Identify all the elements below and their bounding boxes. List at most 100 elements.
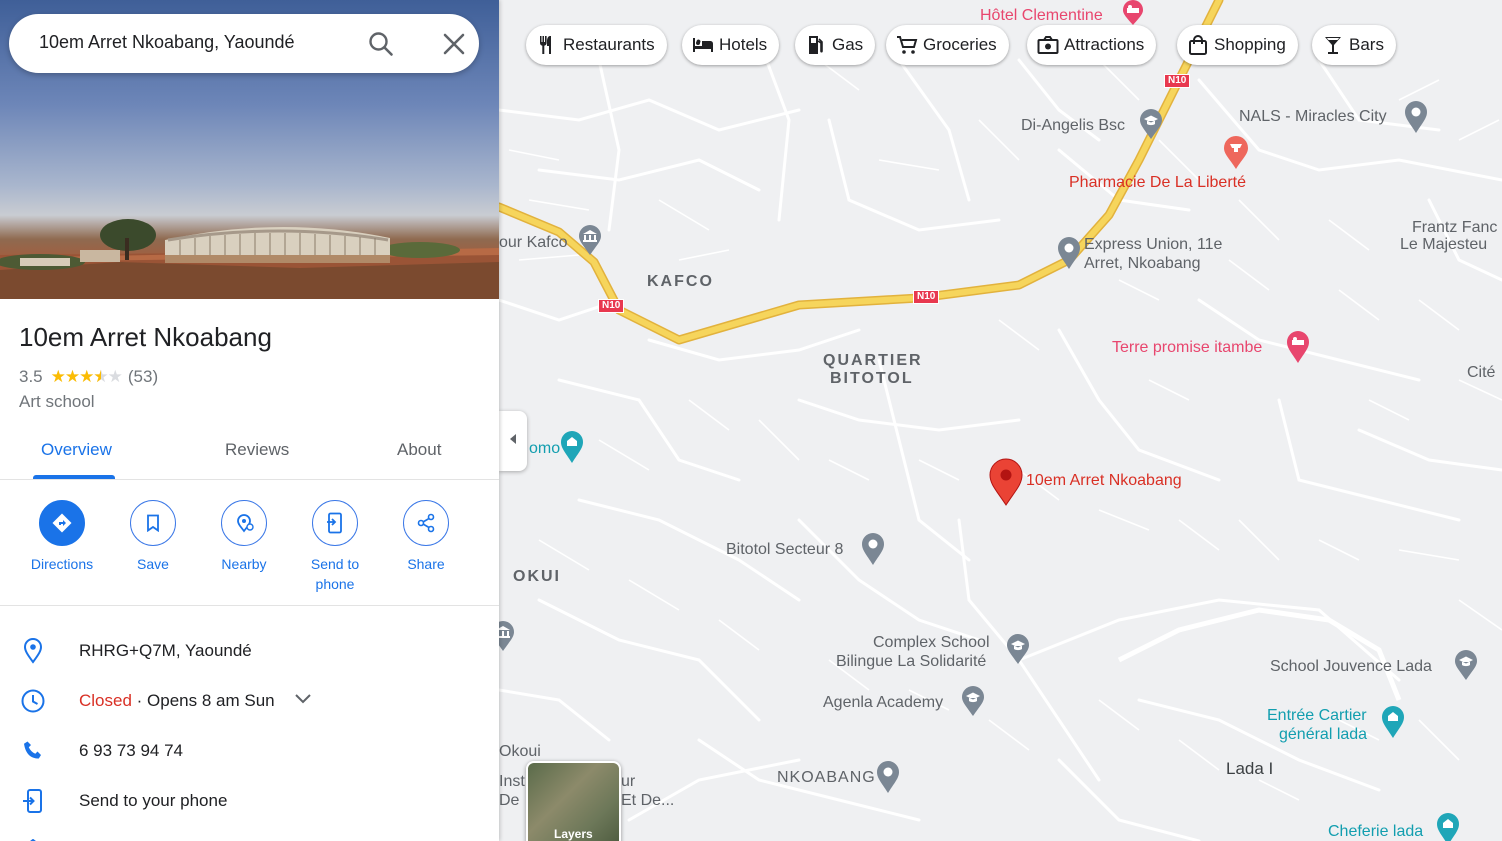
poi-label-jouvence[interactable]: School Jouvence Lada	[1270, 657, 1432, 676]
search-box[interactable]	[9, 14, 479, 73]
poi-label-bitotol-secteur[interactable]: Bitotol Secteur 8	[726, 540, 843, 559]
tabs-divider	[0, 479, 499, 480]
poi-label-selected[interactable]: 10em Arret Nkoabang	[1026, 471, 1182, 490]
poi-label-frantz-2[interactable]: Le Majesteu	[1400, 235, 1487, 254]
poi-label-agenla[interactable]: Agenla Academy	[823, 693, 943, 712]
search-icon[interactable]	[367, 30, 395, 58]
send-to-phone-icon	[312, 500, 358, 546]
category-bars[interactable]: Bars	[1312, 25, 1396, 65]
poi-label-cheferie[interactable]: Cheferie lada	[1328, 822, 1423, 841]
museum-pin-icon[interactable]	[578, 224, 602, 261]
poi-label-cite[interactable]: Cité	[1467, 363, 1495, 382]
phone-row[interactable]: 6 93 73 94 74	[0, 731, 499, 771]
nearby-label: Nearby	[221, 556, 267, 572]
send-to-phone-label: Send to phone	[310, 556, 360, 592]
poi-label-hotel-clementine[interactable]: Hôtel Clementine	[980, 6, 1103, 25]
address-row[interactable]: RHRG+Q7M, Yaoundé	[0, 631, 499, 671]
tab-about[interactable]: About	[397, 440, 441, 460]
school-pin-icon[interactable]	[961, 685, 985, 722]
layers-button[interactable]: Layers	[526, 761, 621, 841]
school-pin-icon[interactable]	[1139, 108, 1163, 145]
poi-label-kafco[interactable]: our Kafco	[499, 233, 567, 252]
poi-label-di-angelis[interactable]: Di-Angelis Bsc	[1021, 116, 1125, 135]
school-pin-icon[interactable]	[1454, 649, 1478, 686]
road-shield-n10: N10	[1164, 74, 1191, 88]
poi-label-okoui[interactable]: Okoui	[499, 742, 541, 761]
send-to-your-phone-text: Send to your phone	[79, 791, 228, 810]
hotel-pin-icon[interactable]	[1286, 330, 1310, 369]
place-pin-icon[interactable]	[1057, 236, 1081, 275]
actions-divider	[0, 605, 499, 606]
poi-label-nkoabang[interactable]: NKOABANG	[777, 768, 876, 787]
poi-label-pharmacie[interactable]: Pharmacie De La Liberté	[1069, 173, 1246, 192]
poi-label-nals[interactable]: NALS - Miracles City	[1239, 107, 1387, 126]
category-gas[interactable]: Gas	[795, 25, 876, 65]
chevron-left-icon	[508, 432, 518, 450]
poi-label-complex-school-2[interactable]: Bilingue La Solidarité	[836, 652, 986, 671]
directions-button[interactable]: Directions	[17, 500, 107, 574]
partial-icon	[22, 834, 44, 841]
hours-status: Closed	[79, 691, 132, 710]
map-canvas[interactable]: N10 N10 N10 Restaurants Hotels Gas Groce…	[499, 0, 1502, 841]
directions-label: Directions	[30, 556, 94, 572]
share-icon	[403, 500, 449, 546]
cart-icon	[896, 34, 918, 56]
bookmark-icon	[130, 500, 176, 546]
selected-place-pin-icon[interactable]	[989, 458, 1023, 511]
tab-reviews[interactable]: Reviews	[225, 440, 289, 460]
review-count[interactable]: (53)	[128, 367, 158, 387]
nearby-button[interactable]: Nearby	[199, 500, 289, 574]
clock-icon	[20, 688, 46, 714]
area-label-bitotol: BITOTOL	[830, 370, 914, 387]
send-to-phone-button[interactable]: Send to phone	[290, 500, 380, 594]
rating-row[interactable]: 3.5 ★★★★★★ (53)	[19, 367, 158, 387]
school-pin-icon[interactable]	[1006, 633, 1030, 670]
pharmacy-pin-icon[interactable]	[1223, 136, 1249, 175]
save-button[interactable]: Save	[108, 500, 198, 574]
place-category[interactable]: Art school	[19, 392, 95, 412]
close-icon[interactable]	[441, 31, 467, 57]
area-label-quartier: QUARTIER	[823, 352, 923, 369]
poi-label-ur[interactable]: ur	[621, 772, 635, 791]
poi-label-entree-cartier[interactable]: Entrée Cartier	[1267, 706, 1367, 725]
poi-label-et-de[interactable]: Et De...	[621, 791, 674, 810]
poi-label-express-union[interactable]: Express Union, 11e	[1084, 235, 1222, 254]
hours-row[interactable]: Closed · Opens 8 am Sun	[0, 681, 499, 721]
send-to-phone-icon	[20, 788, 46, 814]
category-restaurants[interactable]: Restaurants	[526, 25, 667, 65]
category-hotels[interactable]: Hotels	[682, 25, 780, 65]
save-label: Save	[137, 556, 169, 572]
camera-icon	[1037, 34, 1059, 56]
landmark-pin-icon[interactable]	[1381, 705, 1405, 744]
place-pin-icon[interactable]	[861, 532, 885, 571]
museum-pin-icon[interactable]	[499, 620, 515, 657]
poi-label-entree-cartier-2[interactable]: général lada	[1279, 725, 1367, 744]
send-to-your-phone-row[interactable]: Send to your phone	[0, 781, 499, 821]
area-label-kafco: KAFCO	[647, 273, 714, 290]
poi-label-inst[interactable]: Inst	[499, 772, 525, 791]
share-button[interactable]: Share	[381, 500, 471, 574]
place-photo[interactable]	[0, 0, 499, 299]
collapse-panel-button[interactable]	[499, 411, 527, 471]
landmark-pin-icon[interactable]	[560, 430, 584, 469]
road-shield-n10: N10	[598, 299, 625, 313]
road-shield-n10: N10	[913, 290, 940, 304]
search-input[interactable]	[39, 32, 359, 53]
gas-pump-icon	[805, 34, 827, 56]
category-shopping[interactable]: Shopping	[1177, 25, 1298, 65]
poi-label-omo[interactable]: omo	[529, 439, 560, 458]
poi-label-complex-school[interactable]: Complex School	[873, 633, 990, 652]
landmark-pin-icon[interactable]	[1436, 812, 1460, 841]
tab-overview[interactable]: Overview	[41, 440, 112, 460]
poi-label-de[interactable]: De	[499, 791, 519, 810]
place-pin-icon[interactable]	[1404, 100, 1428, 139]
category-groceries[interactable]: Groceries	[886, 25, 1009, 65]
place-pin-icon[interactable]	[876, 760, 900, 799]
hotel-pin-icon[interactable]	[1121, 0, 1145, 31]
category-attractions[interactable]: Attractions	[1027, 25, 1157, 65]
poi-label-terre-promise[interactable]: Terre promise itambe	[1112, 338, 1262, 357]
chevron-down-icon[interactable]	[294, 692, 312, 711]
area-label-lada: Lada I	[1226, 759, 1274, 778]
poi-label-express-union-2[interactable]: Arret, Nkoabang	[1084, 254, 1201, 273]
place-title: 10em Arret Nkoabang	[19, 322, 272, 352]
